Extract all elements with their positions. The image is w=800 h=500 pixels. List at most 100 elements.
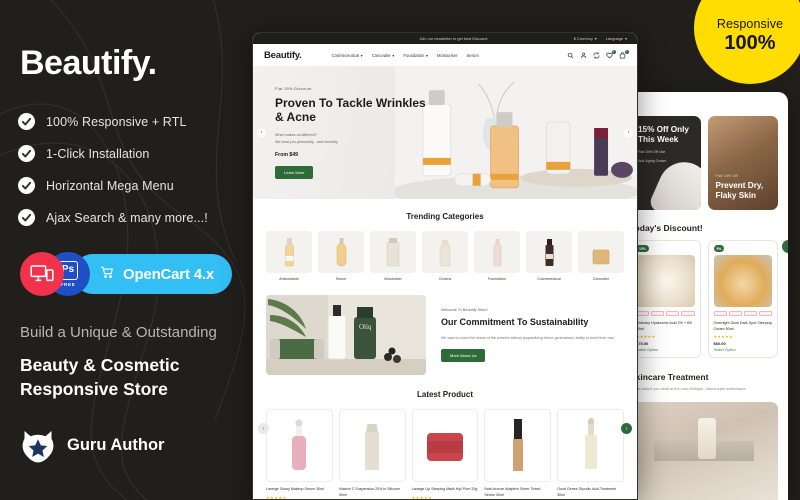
chevron-right-icon[interactable]: › xyxy=(621,423,632,434)
category-label: Moisturiser xyxy=(384,277,402,281)
product-card[interactable]: 5% Overnight Glow Dark Spot Sleeping Cre… xyxy=(707,240,778,359)
svg-text:Oliq: Oliq xyxy=(359,323,372,331)
menu-item-foundation[interactable]: Foundation ▾ xyxy=(403,53,428,58)
product-image xyxy=(713,255,772,307)
language-selector[interactable]: Language ▾ xyxy=(606,36,627,41)
author-row: Guru Author xyxy=(20,428,234,464)
product-image xyxy=(636,255,695,307)
product-card[interactable]: Laneige Lip Sleeping Mask Hyli Pure 20g … xyxy=(411,409,479,499)
menu-label: Moisturiser xyxy=(436,52,458,58)
sustainability-text: We want to meet the needs of the present… xyxy=(441,335,616,340)
category-item-serum[interactable]: Serum xyxy=(318,231,364,281)
product-card[interactable]: Laneige Glowy Makeup Serum 30ml ★★★★★ $2… xyxy=(266,409,333,500)
category-item-moisturiser[interactable]: Moisturiser xyxy=(370,231,416,281)
category-image xyxy=(318,231,364,273)
store-topbar: Join our newsletter to get best Discount… xyxy=(253,33,637,44)
trending-categories-section: Trending Categories Antioxidants Serum M… xyxy=(253,199,637,281)
store-logo[interactable]: Beautify. xyxy=(264,50,302,61)
select-option-link[interactable]: Select Option xyxy=(636,348,695,352)
wishlist-icon[interactable]: 0 xyxy=(606,50,616,59)
product-image xyxy=(557,409,624,482)
skincare-section-text: Latest advice you need at the nunc trist… xyxy=(630,387,747,392)
category-image xyxy=(266,231,312,273)
deal-product-row: 15% Ordinary Hyaluronic Acid 2% + B5 30m… xyxy=(630,240,778,359)
promo-banner-title: 15% Off Only This Week xyxy=(638,125,689,145)
main-menu: Cosmeceutical ▾ Concealer ▾ Foundation ▾ Mo… xyxy=(332,53,557,58)
feature-label: 1-Click Installation xyxy=(46,146,150,161)
chevron-down-icon: ▾ xyxy=(625,36,627,41)
photoshop-free-label: FREE xyxy=(60,281,76,287)
more-about-us-button[interactable]: More About Us xyxy=(441,349,486,363)
category-item-antioxidants[interactable]: Antioxidants xyxy=(266,231,312,281)
promo-panel: Beautify. 100% Responsive + RTL 1-Click … xyxy=(0,0,252,500)
category-item-creams[interactable]: Creams xyxy=(422,231,468,281)
category-label: Concealer xyxy=(592,277,610,281)
category-item-concealer[interactable]: Concealer xyxy=(578,231,624,281)
navbar-icons: 0 0 xyxy=(567,49,629,59)
feature-label: Horizontal Mega Menu xyxy=(46,178,174,193)
menu-item-cosmeceutical[interactable]: Cosmeceutical ▾ xyxy=(332,53,363,58)
chevron-right-icon[interactable]: › xyxy=(624,128,633,137)
chevron-down-icon: ▾ xyxy=(360,52,363,58)
sustainability-copy: Welcome To Beautify Store! Our Commitmen… xyxy=(441,308,624,363)
size-options[interactable] xyxy=(636,311,695,316)
cart-count: 0 xyxy=(624,49,629,54)
cart-icon[interactable]: 0 xyxy=(619,49,629,59)
opencart-label: OpenCart 4.x xyxy=(123,265,214,283)
product-card[interactable]: Vitamin C Suspension 20% In Silicone 30m… xyxy=(338,409,406,499)
tech-badge-row: OpenCart 4.x Ps FREE xyxy=(20,252,234,296)
promo-banner-title: Prevent Dry, Flaky Skin xyxy=(715,180,764,200)
store-navbar: Beautify. Cosmeceutical ▾ Concealer ▾ Foun… xyxy=(253,44,637,66)
rating-stars: ★★★★★ xyxy=(636,334,656,340)
product-card[interactable]: Good Genes Glycolic Acid Treatment 30ml … xyxy=(557,409,624,499)
sustainability-section: Oliq Welcome To Beautify Store! Our Comm… xyxy=(253,281,637,375)
hero-copy: Flat 15% Discount Proven To Tackle Wrink… xyxy=(253,86,430,180)
check-icon xyxy=(18,113,35,130)
category-item-foundation[interactable]: Foundation xyxy=(474,231,520,281)
product-name: Laneige Lip Sleeping Mask Hyli Pure 20g xyxy=(411,487,478,491)
responsive-devices-icon xyxy=(20,252,64,296)
latest-products-section: Latest Product ‹ › Laneige Glowy Makeup … xyxy=(253,375,637,500)
learn-more-button[interactable]: Learn More xyxy=(275,166,314,180)
promo-banner-sub: Anti-Aging Cream xyxy=(638,158,667,163)
opencart-badge: OpenCart 4.x xyxy=(73,254,232,294)
category-image xyxy=(526,231,572,273)
chevron-right-icon[interactable]: › xyxy=(782,240,788,253)
hero-banner: Flat 15% Discount Proven To Tackle Wrink… xyxy=(253,66,637,199)
hero-price: From $49 xyxy=(275,152,299,159)
feature-label: Ajax Search & many more...! xyxy=(46,210,208,225)
feature-label: 100% Responsive + RTL xyxy=(46,114,187,129)
category-label: Serum xyxy=(335,277,347,281)
menu-item-moisturiser[interactable]: Moisturiser xyxy=(437,53,457,58)
size-options[interactable] xyxy=(713,311,772,316)
search-icon[interactable] xyxy=(567,52,574,59)
promo-banner-offer[interactable]: 15% Off Only This Week Flat 15% Off Use … xyxy=(630,116,701,210)
category-row: Antioxidants Serum Moisturiser Creams Fo… xyxy=(266,231,624,281)
menu-item-serum[interactable]: Serum xyxy=(466,53,478,58)
list-item: Ajax Search & many more...! xyxy=(18,209,234,226)
feature-list: 100% Responsive + RTL 1-Click Installati… xyxy=(18,113,234,226)
menu-label: Serum xyxy=(466,52,479,58)
compare-icon[interactable] xyxy=(593,52,600,59)
category-label: Antioxidants xyxy=(279,277,299,281)
secondary-store-preview: 15% Off Only This Week Flat 15% Off Use … xyxy=(620,92,788,500)
currency-selector[interactable]: $ Currency ▾ xyxy=(574,36,597,41)
check-icon xyxy=(18,145,35,162)
product-card[interactable]: 15% Ordinary Hyaluronic Acid 2% + B5 30m… xyxy=(630,240,701,359)
account-icon[interactable] xyxy=(580,52,587,59)
select-option-link[interactable]: Select Option xyxy=(714,348,773,352)
chevron-left-icon[interactable]: ‹ xyxy=(257,128,266,137)
product-card[interactable]: Nutri-bronze Adaptive Sheer Tinted Serum… xyxy=(484,409,552,499)
promo-banner-skin[interactable]: Flat 15% Off Prevent Dry, Flaky Skin xyxy=(707,116,778,210)
rating-stars: ★★★★★ xyxy=(266,494,287,500)
responsive-badge-value: 100% xyxy=(724,32,776,54)
check-icon xyxy=(18,209,35,226)
category-image xyxy=(422,231,468,273)
category-item-cosmeceutical[interactable]: Cosmeceutical xyxy=(526,231,572,281)
product-name: Overnight Glow Dark Spot Sleeping Cream … xyxy=(713,321,772,331)
list-item: 1-Click Installation xyxy=(18,145,234,162)
chevron-left-icon[interactable]: ‹ xyxy=(258,423,269,434)
product-image xyxy=(338,409,406,482)
menu-item-concealer[interactable]: Concealer ▾ xyxy=(372,53,395,58)
hero-kicker: Flat 15% Discount xyxy=(275,85,312,91)
